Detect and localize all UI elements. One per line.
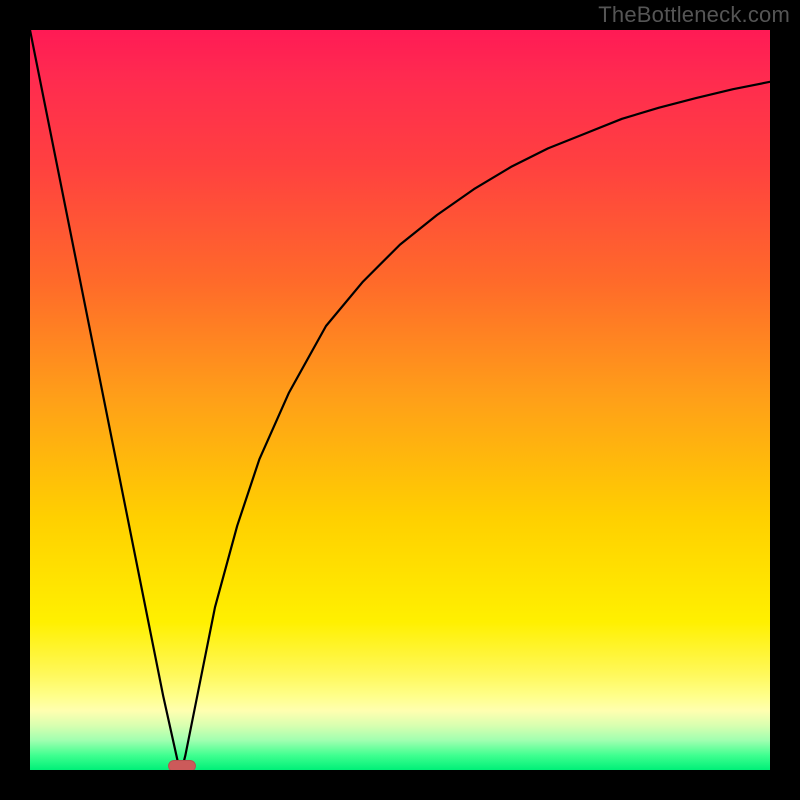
plot-area bbox=[30, 30, 770, 770]
bottleneck-curve bbox=[30, 30, 770, 770]
chart-frame: TheBottleneck.com bbox=[0, 0, 800, 800]
watermark-text: TheBottleneck.com bbox=[598, 2, 790, 28]
minimum-marker bbox=[168, 760, 196, 770]
curve-svg bbox=[30, 30, 770, 770]
